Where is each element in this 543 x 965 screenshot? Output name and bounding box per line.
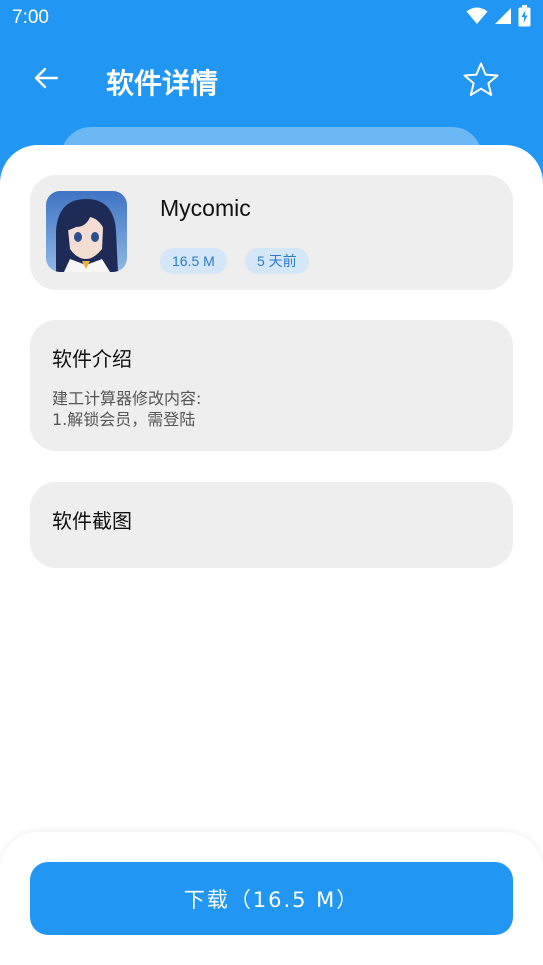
battery-charging-icon — [518, 5, 531, 31]
favorite-button[interactable] — [459, 60, 503, 104]
status-time: 7:00 — [12, 7, 49, 28]
intro-title: 软件介绍 — [52, 347, 132, 371]
anime-girl-app-icon — [46, 191, 127, 272]
status-bar: 7:00 — [0, 0, 543, 36]
screenshots-card: 软件截图 — [30, 482, 513, 568]
app-info-card: Mycomic 16.5 M 5 天前 — [30, 175, 513, 290]
updated-badge: 5 天前 — [245, 248, 309, 274]
wifi-icon — [466, 7, 488, 29]
screenshots-title: 软件截图 — [52, 509, 132, 533]
size-badge: 16.5 M — [160, 248, 227, 274]
status-icons — [466, 5, 531, 31]
back-button[interactable] — [24, 58, 68, 102]
star-outline-icon — [462, 61, 500, 103]
download-button[interactable]: 下载（16.5 M） — [30, 862, 513, 935]
page-title: 软件详情 — [106, 67, 219, 100]
app-bar: 软件详情 — [0, 36, 543, 128]
intro-text: 建工计算器修改内容: 1.解锁会员，需登陆 — [52, 389, 202, 429]
app-name: Mycomic — [160, 195, 251, 221]
arrow-left-icon — [32, 64, 60, 96]
intro-card: 软件介绍 建工计算器修改内容: 1.解锁会员，需登陆 — [30, 320, 513, 451]
signal-icon — [494, 7, 512, 29]
